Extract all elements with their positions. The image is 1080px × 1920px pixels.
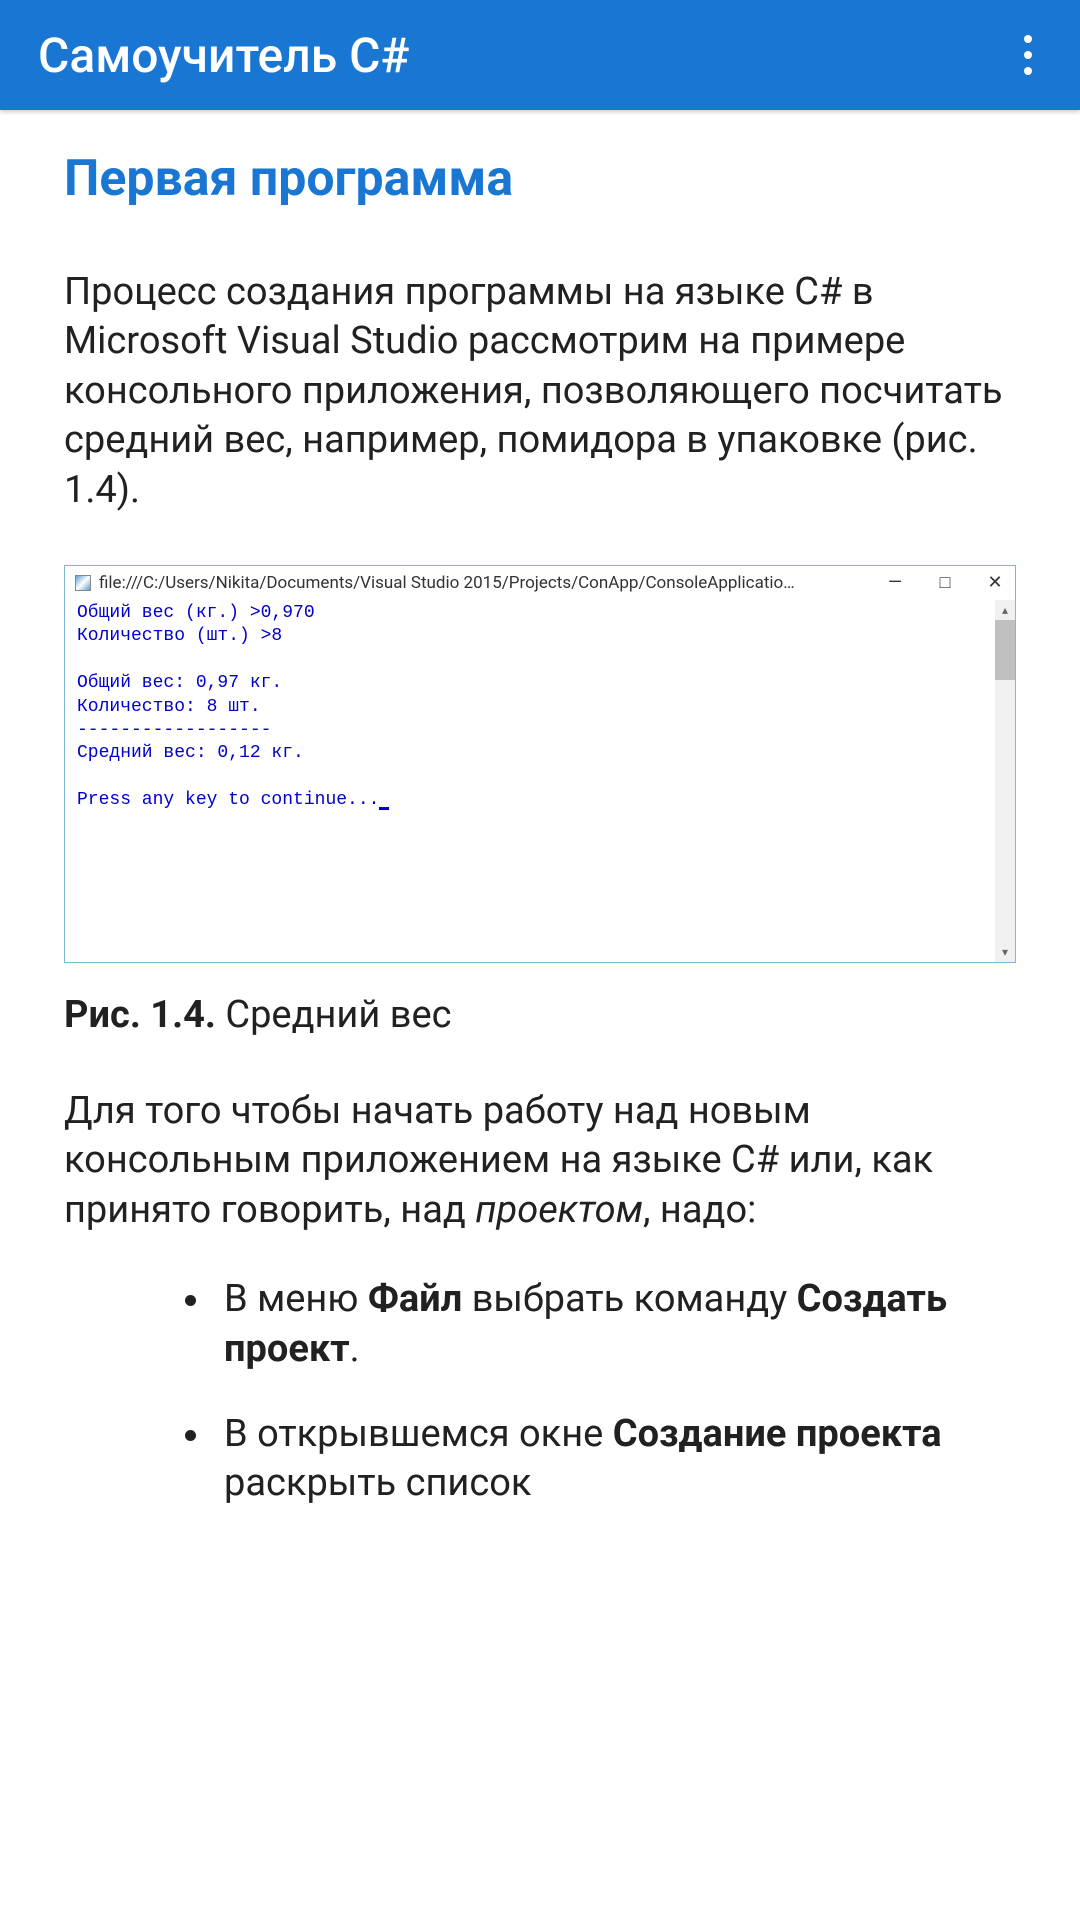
console-line: Press any key to continue...	[77, 789, 983, 812]
menu-dot-icon	[1024, 35, 1032, 43]
app-title: Самоучитель C#	[38, 27, 409, 84]
console-output: Общий вес (кг.) >0,970 Количество (шт.) …	[65, 600, 995, 962]
console-line: Общий вес: 0,97 кг.	[77, 672, 983, 695]
minimize-button[interactable]: —	[885, 573, 905, 593]
console-window-figure: file:///C:/Users/Nikita/Documents/Visual…	[64, 565, 1016, 963]
console-line	[77, 649, 983, 672]
page-title: Первая программа	[64, 150, 1016, 208]
bold-term: Создание проекта	[613, 1412, 942, 1456]
maximize-button[interactable]: □	[935, 573, 955, 593]
caption-label: Рис. 1.4.	[64, 993, 216, 1037]
console-line: Количество (шт.) >8	[77, 625, 983, 648]
caption-text: Средний вес	[216, 993, 452, 1037]
figure-caption: Рис. 1.4. Средний вес	[64, 993, 1016, 1037]
scroll-down-icon[interactable]: ▾	[995, 942, 1015, 962]
menu-dot-icon	[1024, 67, 1032, 75]
list-item: В открывшемся окне Создание проекта раск…	[214, 1410, 1016, 1509]
scroll-up-icon[interactable]: ▴	[995, 600, 1015, 620]
intro-paragraph: Процесс создания программы на языке C# в…	[64, 268, 1016, 515]
cursor-icon	[379, 807, 389, 810]
scroll-track	[995, 680, 1015, 942]
scroll-thumb[interactable]	[995, 620, 1015, 680]
close-button[interactable]: ✕	[985, 573, 1005, 593]
list-item: В меню Файл выбрать команду Создать прое…	[214, 1275, 1016, 1374]
console-line: Общий вес (кг.) >0,970	[77, 602, 983, 625]
console-line: Средний вес: 0,12 кг.	[77, 742, 983, 765]
steps-list: В меню Файл выбрать команду Создать прое…	[64, 1275, 1016, 1509]
menu-dot-icon	[1024, 51, 1032, 59]
console-line: ------------------	[77, 719, 983, 742]
console-title-text: file:///C:/Users/Nikita/Documents/Visual…	[99, 573, 885, 593]
console-line	[77, 766, 983, 789]
body-paragraph: Для того чтобы начать работу над новым к…	[64, 1087, 1016, 1235]
italic-term: проектом	[475, 1188, 643, 1232]
menu-button[interactable]	[1014, 25, 1042, 85]
window-controls: — □ ✕	[885, 573, 1005, 593]
app-header: Самоучитель C#	[0, 0, 1080, 110]
bold-term: Файл	[368, 1277, 462, 1321]
console-app-icon	[75, 575, 91, 591]
console-titlebar: file:///C:/Users/Nikita/Documents/Visual…	[65, 566, 1015, 600]
console-line: Количество: 8 шт.	[77, 696, 983, 719]
vertical-scrollbar[interactable]: ▴ ▾	[995, 600, 1015, 962]
content-area: Первая программа Процесс создания програ…	[0, 110, 1080, 1585]
